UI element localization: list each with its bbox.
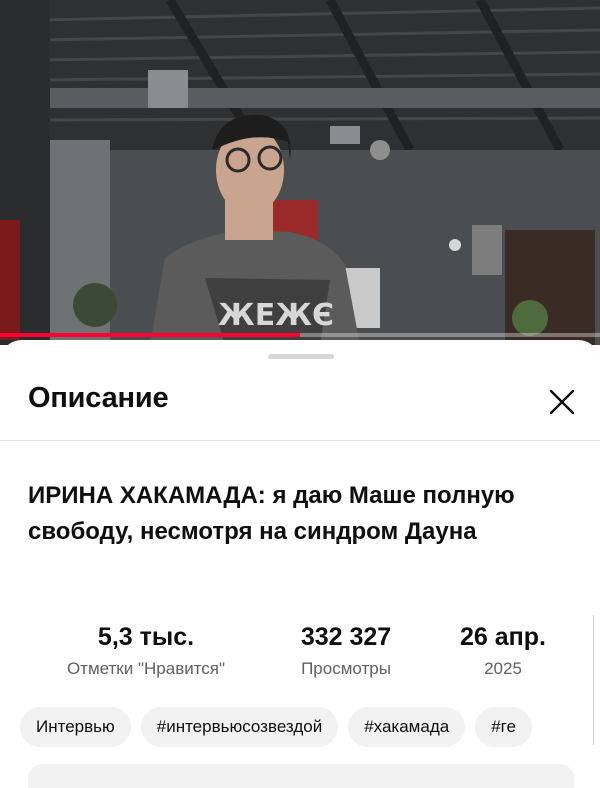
screen: ЖЕЖЄ Описание ИРИНА ХАКАМАДА: я даю Маше… <box>0 0 600 788</box>
header-divider <box>0 440 600 441</box>
description-sheet: Описание ИРИНА ХАКАМАДА: я даю Маше полн… <box>0 340 600 788</box>
views-count: 332 327 <box>300 623 392 651</box>
likes-stat: 5,3 тыс. Отметки "Нравится" <box>48 622 244 679</box>
sheet-title: Описание <box>28 382 169 414</box>
svg-text:ЖЕЖЄ: ЖЕЖЄ <box>218 298 334 333</box>
publish-date-year: 2025 <box>484 659 522 678</box>
video-progress-bar[interactable] <box>0 333 600 337</box>
publish-date-day: 26 апр. <box>460 623 546 651</box>
likes-label: Отметки "Нравится" <box>66 659 226 678</box>
tag-chip[interactable]: #ге <box>475 707 532 747</box>
next-section-card[interactable] <box>28 764 574 788</box>
publish-date-stat: 26 апр. 2025 <box>448 622 558 679</box>
likes-count: 5,3 тыс. <box>97 623 195 651</box>
video-player[interactable]: ЖЕЖЄ <box>0 0 600 345</box>
views-label: Просмотры <box>301 659 391 678</box>
views-stat: 332 327 Просмотры <box>288 622 404 679</box>
video-progress-fill <box>0 333 300 337</box>
video-frame-image: ЖЕЖЄ <box>0 0 600 345</box>
close-icon <box>549 389 575 415</box>
tag-chip[interactable]: Интервью <box>20 707 131 747</box>
drag-handle[interactable] <box>268 354 334 359</box>
tags-row: Интервью #интервьюсозвездой #хакамада #ге <box>20 707 600 747</box>
video-title: ИРИНА ХАКАМАДА: я даю Маше полную свобод… <box>28 482 515 545</box>
close-button[interactable] <box>540 380 584 424</box>
tag-chip[interactable]: #хакамада <box>348 707 466 747</box>
side-scroll-edge <box>593 615 598 745</box>
tag-chip[interactable]: #интервьюсозвездой <box>140 707 339 747</box>
